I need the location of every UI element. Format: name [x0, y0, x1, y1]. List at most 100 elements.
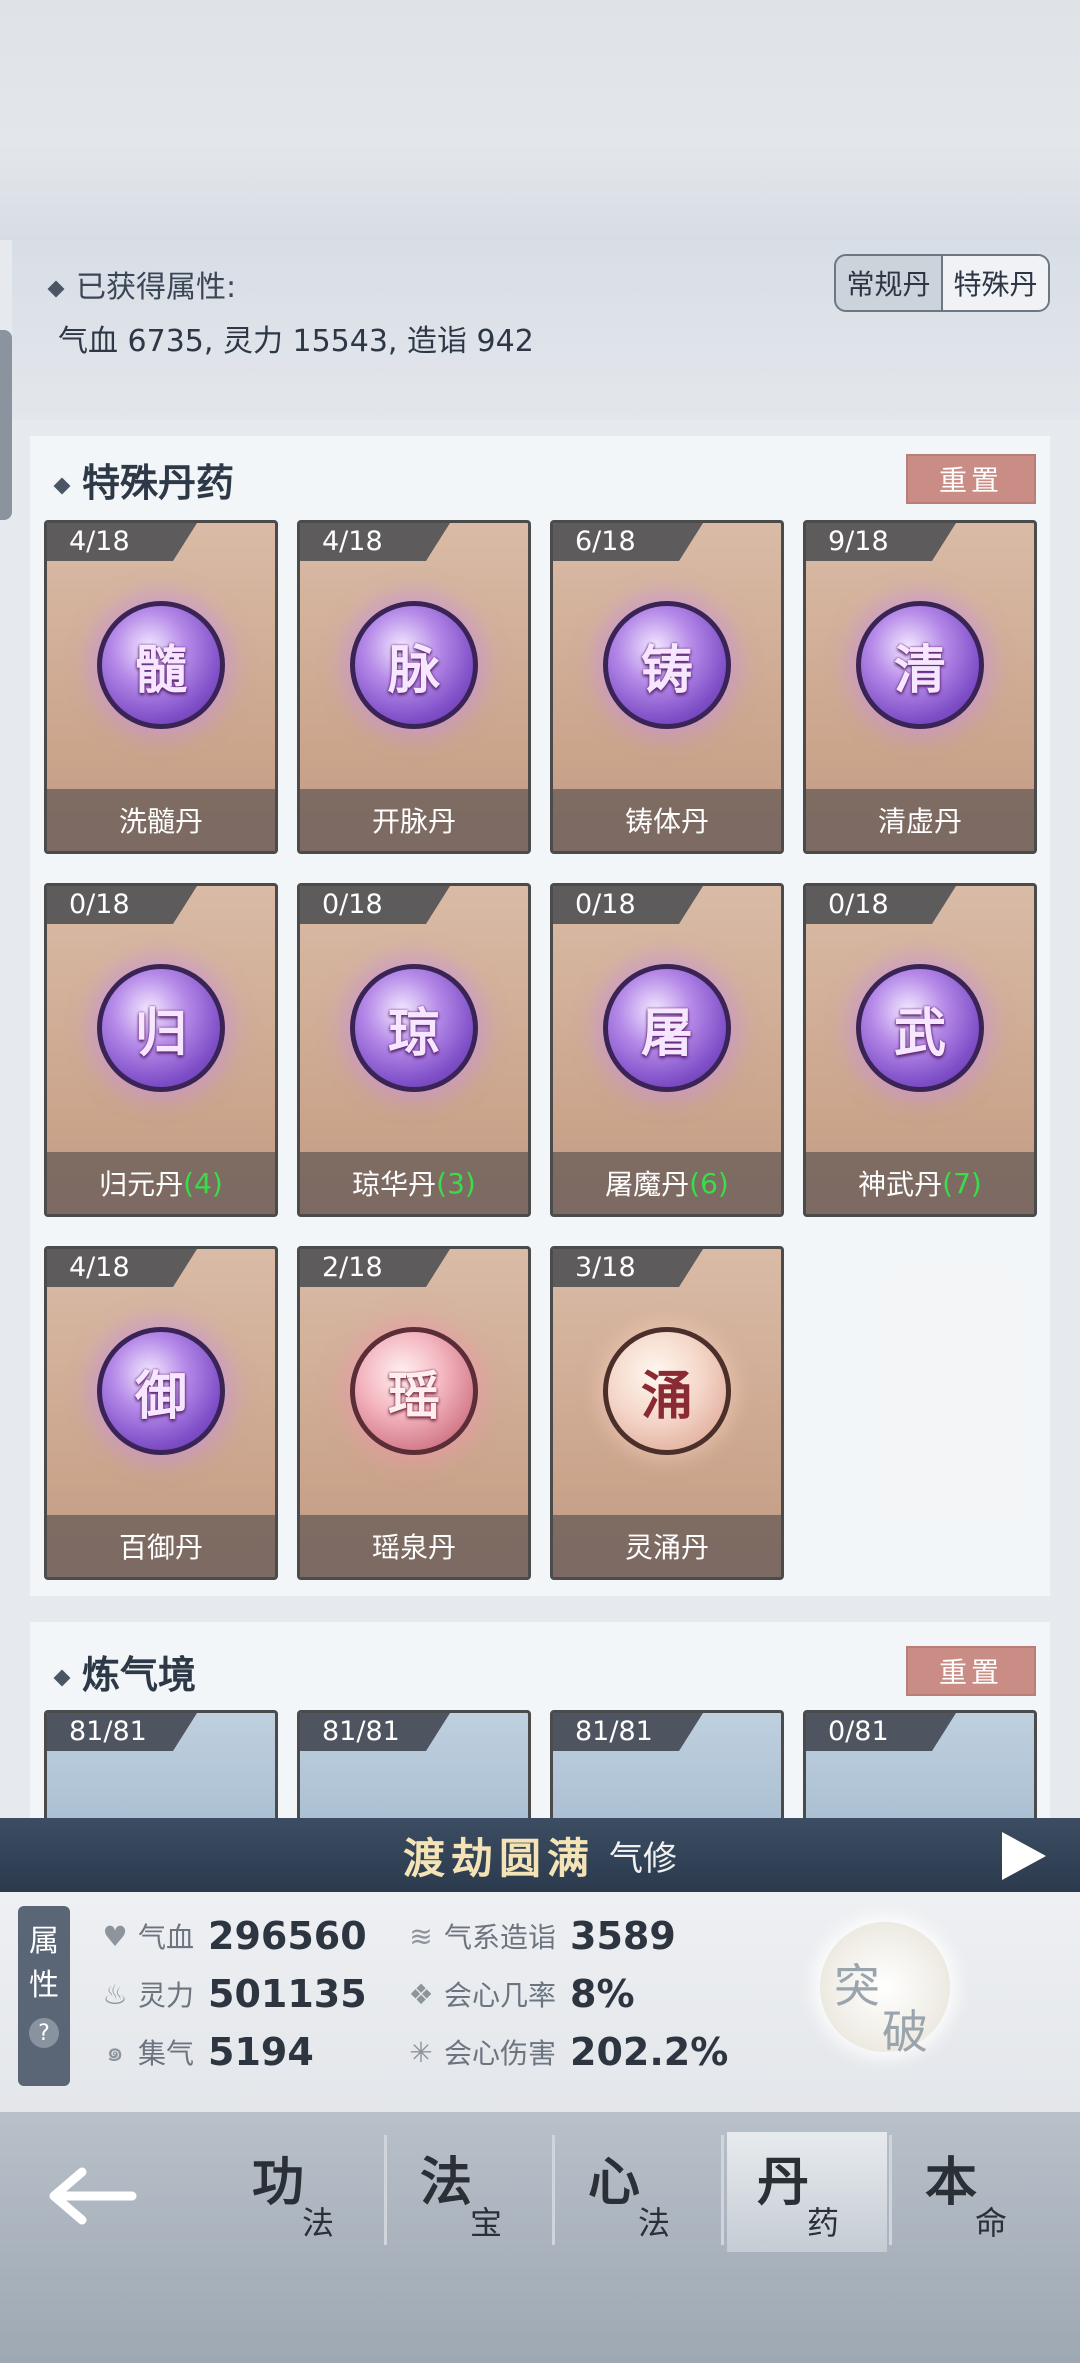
pill-name: 洗髓丹 [47, 789, 275, 851]
side-scroll-handle[interactable] [0, 330, 12, 520]
pill-orb-icon: 涌 [603, 1327, 731, 1455]
pill-glyph: 髓 [134, 640, 187, 701]
pill-orb-icon: 御 [97, 1327, 225, 1455]
pill-count: 2/18 [300, 1249, 450, 1287]
pill-count: 0/81 [806, 1713, 956, 1751]
pill-glyph: 涌 [640, 1366, 693, 1427]
special-pills-title: 特殊丹药 [53, 452, 234, 507]
pill-glyph: 铸 [640, 640, 693, 701]
special-reset-button[interactable]: 重置 [906, 454, 1036, 504]
pill-name-text: 瑶泉丹 [371, 1531, 456, 1564]
pill-extra: (7) [942, 1166, 982, 1200]
pill-glyph: 归 [134, 1003, 187, 1064]
pill-orb-icon: 清 [856, 601, 984, 729]
toggle-regular[interactable]: 常规丹 [836, 256, 941, 310]
stat-mana: ♨ 灵力 501135 [98, 1972, 366, 2016]
nav-tab-sub: 法 [302, 2204, 335, 2242]
breakthrough-label-1: 突 [834, 1959, 880, 2013]
pill-name-text: 灵涌丹 [624, 1531, 709, 1564]
pill-glyph: 武 [893, 1003, 946, 1064]
pill-name-text: 开脉丹 [371, 805, 456, 838]
lianqi-pill-card[interactable]: 81/81 [44, 1710, 278, 1830]
stat-gather: ๑ 集气 5194 [98, 2030, 314, 2074]
pill-name: 灵涌丹 [553, 1515, 781, 1577]
nav-tab[interactable]: 丹药 [727, 2132, 887, 2252]
pill-card[interactable]: 9/18 清清虚丹 [803, 520, 1037, 854]
stat-crit-damage: ✳ 会心伤害 202.2% [404, 2030, 728, 2074]
pill-card[interactable]: 4/18 髓洗髓丹 [44, 520, 278, 854]
pill-name: 百御丹 [47, 1515, 275, 1577]
crit-rate-icon: ❖ [408, 1977, 434, 2011]
crit-damage-icon: ✳ [409, 2035, 433, 2069]
breakthrough-label-2: 破 [882, 2005, 928, 2059]
pill-count: 4/18 [47, 523, 197, 561]
help-icon[interactable]: ? [29, 2018, 59, 2048]
pill-count: 81/81 [300, 1713, 450, 1751]
lianqi-pill-card[interactable]: 81/81 [550, 1710, 784, 1830]
pill-card[interactable]: 0/18 武神武丹 (7) [803, 883, 1037, 1217]
pill-glyph: 琼 [387, 1003, 440, 1064]
pill-count: 9/18 [806, 523, 956, 561]
pill-name: 屠魔丹 (6) [553, 1152, 781, 1214]
wind-icon: ≋ [409, 1919, 433, 1953]
stat-crit-rate: ❖ 会心几率 8% [404, 1972, 634, 2016]
nav-tab[interactable]: 法宝 [390, 2132, 550, 2252]
pill-card[interactable]: 4/18 御百御丹 [44, 1246, 278, 1580]
lianqi-title: 炼气境 [53, 1644, 196, 1699]
play-arrow-icon[interactable] [1002, 1832, 1046, 1880]
pill-orb-icon: 脉 [350, 601, 478, 729]
pill-name-text: 百御丹 [118, 1531, 203, 1564]
pill-name: 神武丹 (7) [806, 1152, 1034, 1214]
pill-name-text: 洗髓丹 [118, 805, 203, 838]
pill-count: 3/18 [553, 1249, 703, 1287]
nav-tab-sub: 法 [638, 2204, 671, 2242]
pill-orb-icon: 髓 [97, 601, 225, 729]
lianqi-pill-card[interactable]: 81/81 [297, 1710, 531, 1830]
pill-name: 归元丹 (4) [47, 1152, 275, 1214]
pill-orb-icon: 武 [856, 964, 984, 1092]
nav-tab-sub: 命 [975, 2204, 1008, 2242]
pill-card[interactable]: 2/18 瑶瑶泉丹 [297, 1246, 531, 1580]
pill-name-text: 铸体丹 [624, 805, 709, 838]
pill-name-text: 神武丹 [858, 1168, 943, 1201]
pill-card[interactable]: 0/18 琼琼华丹 (3) [297, 883, 531, 1217]
lianqi-pill-card[interactable]: 0/81 [803, 1710, 1037, 1830]
back-arrow-icon[interactable] [48, 2166, 138, 2226]
pill-extra: (6) [689, 1166, 729, 1200]
pill-name: 清虚丹 [806, 789, 1034, 851]
lianqi-reset-button[interactable]: 重置 [906, 1646, 1036, 1696]
nav-tab-sub: 药 [807, 2204, 840, 2242]
pill-orb-icon: 琼 [350, 964, 478, 1092]
pill-orb-icon: 瑶 [350, 1327, 478, 1455]
pill-card[interactable]: 0/18 屠屠魔丹 (6) [550, 883, 784, 1217]
nav-tab[interactable]: 功法 [222, 2132, 382, 2252]
pill-name-text: 清虚丹 [877, 805, 962, 838]
pill-name: 琼华丹 (3) [300, 1152, 528, 1214]
attributes-tab[interactable]: 属 性 ? [18, 1906, 70, 2086]
pill-count: 0/18 [300, 886, 450, 924]
pill-count: 0/18 [806, 886, 956, 924]
pill-glyph: 脉 [387, 640, 440, 701]
flame-icon: ♨ [102, 1977, 128, 2011]
pill-count: 0/18 [553, 886, 703, 924]
nav-tab-main: 丹 [757, 2153, 810, 2213]
nav-tab[interactable]: 本命 [895, 2132, 1055, 2252]
nav-divider [384, 2135, 387, 2245]
pill-card[interactable]: 3/18 涌灵涌丹 [550, 1246, 784, 1580]
pill-card[interactable]: 0/18 归归元丹 (4) [44, 883, 278, 1217]
nav-divider [721, 2135, 724, 2245]
pill-name: 开脉丹 [300, 789, 528, 851]
top-background [0, 0, 1080, 240]
attributes-tab-label-1: 属 [29, 1924, 59, 1959]
pill-card[interactable]: 6/18 铸铸体丹 [550, 520, 784, 854]
attributes-summary: 气血 6735, 灵力 15543, 造诣 942 [58, 324, 534, 359]
pill-count: 4/18 [300, 523, 450, 561]
toggle-special[interactable]: 特殊丹 [943, 256, 1048, 310]
pill-card[interactable]: 4/18 脉开脉丹 [297, 520, 531, 854]
pill-type-toggle[interactable]: 常规丹 特殊丹 [834, 254, 1050, 312]
realm-title: 渡劫圆满 [402, 1833, 595, 1883]
pill-orb-icon: 屠 [603, 964, 731, 1092]
diamond-bullet-icon [53, 1669, 71, 1686]
nav-tab[interactable]: 心法 [558, 2132, 718, 2252]
nav-divider [552, 2135, 555, 2245]
